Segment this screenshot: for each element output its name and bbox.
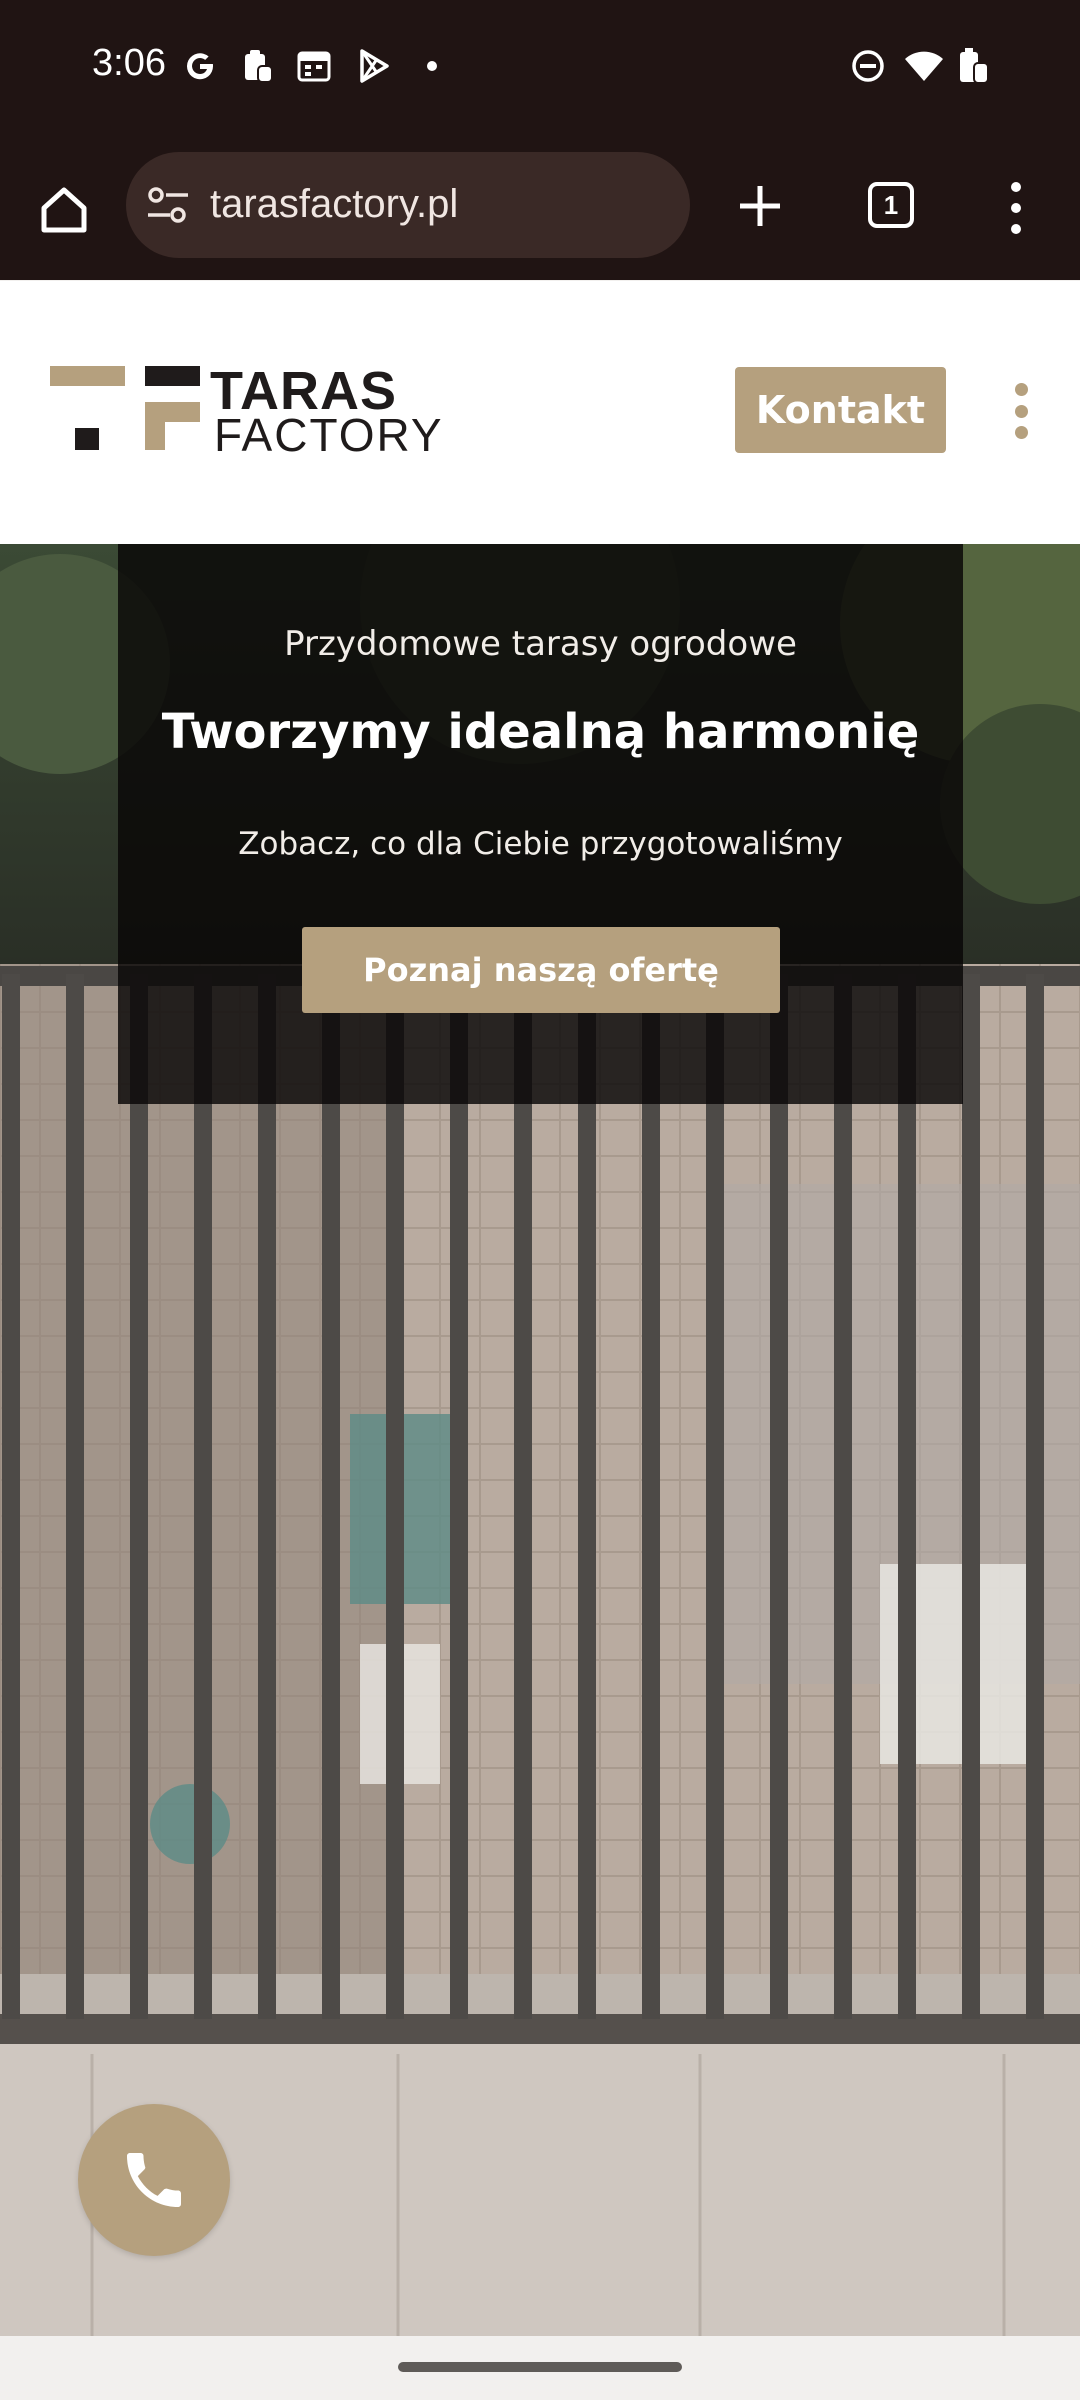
phone-icon xyxy=(127,2153,181,2207)
offer-button[interactable]: Poznaj naszą ofertę xyxy=(302,927,780,1013)
status-time: 3:06 xyxy=(92,42,166,84)
address-bar[interactable]: tarasfactory.pl xyxy=(126,152,690,258)
menu-dot-icon xyxy=(1011,224,1021,234)
logo-mark-icon xyxy=(50,366,200,450)
dnd-icon xyxy=(848,46,888,86)
wifi-icon xyxy=(902,46,946,86)
home-icon xyxy=(41,187,87,233)
logo-text-factory: FACTORY xyxy=(214,409,444,461)
gesture-nav-area xyxy=(0,2336,1080,2400)
hero-section: Przydomowe tarasy ogrodowe Tworzymy idea… xyxy=(0,544,1080,2336)
site-settings-icon[interactable] xyxy=(146,185,190,225)
site-header: TARAS FACTORY Kontakt xyxy=(0,281,1080,544)
url-text[interactable]: tarasfactory.pl xyxy=(210,182,458,227)
kontakt-button[interactable]: Kontakt xyxy=(735,367,946,453)
menu-dot-icon xyxy=(1011,182,1021,192)
hero-subtitle: Zobacz, co dla Ciebie przygotowaliśmy xyxy=(238,826,843,862)
tab-switcher-button[interactable]: 1 xyxy=(862,176,920,234)
home-button[interactable] xyxy=(32,178,96,242)
hero-kicker: Przydomowe tarasy ogrodowe xyxy=(284,624,797,664)
menu-dot-icon xyxy=(1014,404,1028,418)
menu-dot-icon xyxy=(1014,383,1028,396)
new-tab-button[interactable] xyxy=(728,174,792,238)
gesture-handle[interactable] xyxy=(398,2362,682,2372)
dot-icon xyxy=(422,46,442,86)
menu-dot-icon xyxy=(1014,426,1028,439)
google-icon xyxy=(180,46,220,86)
browser-menu-button[interactable] xyxy=(996,176,1036,240)
site-menu-button[interactable] xyxy=(1008,383,1034,439)
plus-icon xyxy=(740,186,780,226)
hero-card: Przydomowe tarasy ogrodowe Tworzymy idea… xyxy=(118,544,963,1104)
status-bar: 3:06 xyxy=(0,0,1080,140)
clipboard-icon xyxy=(240,46,276,86)
tab-count: 1 xyxy=(868,182,914,228)
taras-factory-logo[interactable]: TARAS FACTORY xyxy=(50,361,442,464)
calendar-icon xyxy=(294,46,334,86)
call-button[interactable] xyxy=(78,2104,230,2256)
browser-toolbar: tarasfactory.pl 1 xyxy=(0,140,1080,421)
menu-dot-icon xyxy=(1011,203,1021,213)
play-store-icon xyxy=(354,46,394,86)
battery-icon xyxy=(954,46,994,86)
hero-title: Tworzymy idealną harmonię xyxy=(161,704,920,760)
